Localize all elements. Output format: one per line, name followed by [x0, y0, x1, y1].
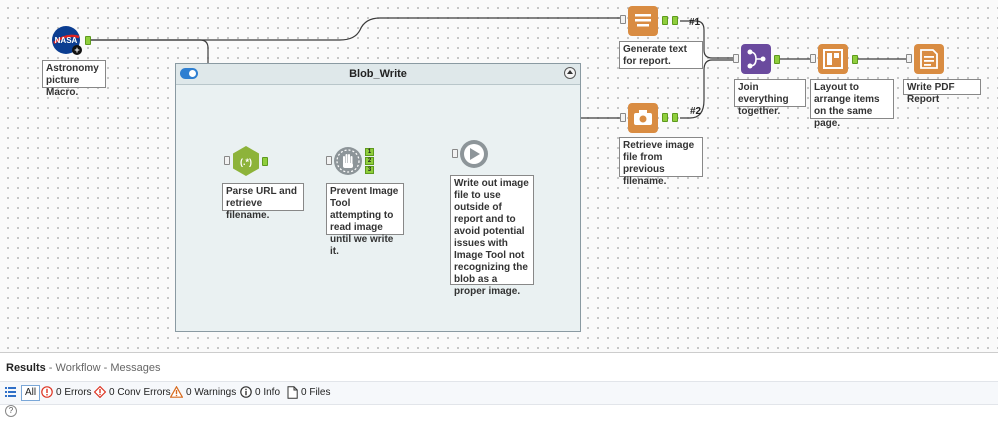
note-generate-text: Generate text for report. — [619, 41, 703, 69]
filter-warnings-button[interactable]: 0 Warnings — [170, 386, 236, 398]
conv-error-icon — [94, 386, 106, 398]
results-header: Results - Workflow - Messages — [6, 362, 160, 374]
report-image-tool[interactable] — [628, 103, 658, 133]
container-title: Blob_Write — [349, 68, 407, 80]
layout-input-anchor[interactable] — [810, 54, 816, 63]
connection-label-1: #1 — [689, 17, 701, 28]
union-icon — [741, 44, 771, 74]
conv-errors-count: 0 Conv Errors — [109, 386, 171, 398]
prevent-output-3[interactable]: 3 — [365, 166, 374, 174]
filter-conv-errors-button[interactable]: 0 Conv Errors — [94, 386, 171, 398]
layout-icon — [818, 44, 848, 74]
hand-stop-icon — [334, 147, 362, 175]
note-astronomy: Astronomy picture Macro. — [42, 60, 106, 98]
results-subtitle: - Workflow - Messages — [45, 362, 161, 374]
retrieve-output-anchor-b[interactable] — [672, 113, 678, 122]
file-icon — [287, 386, 298, 399]
note-join: Join everything together. — [734, 79, 806, 117]
render-input-anchor[interactable] — [906, 54, 912, 63]
note-write-pdf: Write PDF Report — [903, 79, 981, 105]
files-count: 0 Files — [301, 387, 331, 398]
layout-tool[interactable] — [818, 44, 848, 74]
warning-icon — [170, 386, 183, 398]
wire-macro-to-generate — [91, 17, 620, 41]
retrieve-output-anchor-a[interactable] — [662, 113, 668, 122]
container-header[interactable]: Blob_Write — [176, 64, 580, 85]
note-write-out: Write out image file to use outside of r… — [450, 175, 534, 297]
note-layout: Layout to arrange items on the same page… — [810, 79, 894, 129]
warnings-count: 0 Warnings — [186, 386, 237, 398]
report-text-icon — [628, 6, 658, 36]
info-count: 0 Info — [255, 386, 281, 398]
output-data-icon — [460, 140, 488, 168]
errors-count: 0 Errors — [56, 386, 92, 398]
error-icon — [41, 386, 53, 398]
filter-errors-button[interactable]: 0 Errors — [41, 386, 92, 398]
writeout-input-anchor[interactable] — [452, 149, 458, 158]
regex-tool[interactable]: (.*) — [231, 146, 261, 176]
prevent-output-2[interactable]: 2 — [365, 157, 374, 165]
collapse-icon[interactable] — [564, 67, 576, 79]
filter-info-button[interactable]: 0 Info — [240, 386, 280, 398]
help-icon[interactable]: ? — [5, 405, 17, 417]
macro-output-anchor[interactable] — [85, 36, 91, 45]
connection-label-2: #2 — [690, 106, 702, 117]
macro-plus-icon: + — [72, 45, 82, 55]
join-output-anchor[interactable] — [774, 55, 780, 64]
generate-output-anchor-a[interactable] — [662, 16, 668, 25]
note-prevent-image: Prevent Image Tool attempting to read im… — [326, 183, 404, 257]
generate-output-anchor-b[interactable] — [672, 16, 678, 25]
prevent-input-anchor[interactable] — [326, 156, 332, 165]
results-toolbar: All 0 Errors 0 Conv Errors 0 Warnings 0 … — [0, 381, 998, 405]
note-retrieve-image: Retrieve image file from previous filena… — [619, 137, 703, 187]
block-until-done-tool[interactable] — [333, 146, 363, 176]
prevent-output-anchors[interactable]: 1 2 3 — [365, 148, 374, 174]
filter-all-button[interactable]: All — [21, 385, 41, 401]
svg-text:(.*): (.*) — [240, 157, 252, 167]
output-data-tool[interactable] — [459, 139, 489, 169]
parse-input-anchor[interactable] — [224, 156, 230, 165]
results-panel: Results - Workflow - Messages All 0 Erro… — [0, 352, 998, 429]
layout-output-anchor[interactable] — [852, 55, 858, 64]
generate-input-anchor[interactable] — [620, 15, 626, 24]
workflow-canvas[interactable]: Blob_Write NASA + Astronomy picture Macr… — [0, 0, 998, 352]
parse-output-anchor[interactable] — [262, 157, 268, 166]
results-title: Results — [6, 362, 46, 374]
list-view-icon[interactable] — [5, 387, 16, 397]
regex-icon: (.*) — [233, 146, 259, 176]
svg-text:NASA: NASA — [55, 36, 78, 45]
prevent-output-1[interactable]: 1 — [365, 148, 374, 156]
filter-files-button[interactable]: 0 Files — [287, 386, 330, 399]
retrieve-input-anchor[interactable] — [620, 113, 626, 122]
info-icon — [240, 386, 252, 398]
render-tool[interactable] — [914, 44, 944, 74]
camera-icon — [628, 103, 658, 133]
union-tool[interactable] — [741, 44, 771, 74]
report-text-tool[interactable] — [628, 6, 658, 36]
render-icon — [914, 44, 944, 74]
note-parse-url: Parse URL and retrieve filename. — [222, 183, 304, 221]
join-input-anchor[interactable] — [733, 54, 739, 63]
